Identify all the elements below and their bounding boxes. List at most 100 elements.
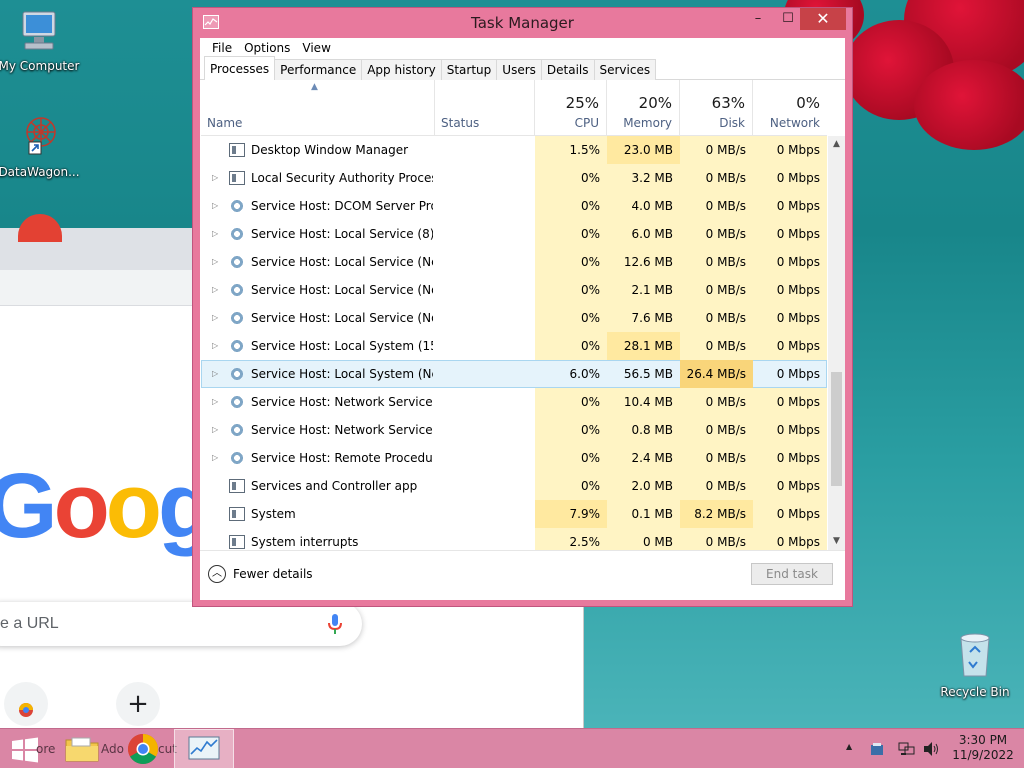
menu-options[interactable]: Options [238, 38, 296, 58]
table-row[interactable]: ▷ Service Host: Network Service (5) 0%10.4… [201, 388, 827, 416]
process-network: 0 Mbps [753, 388, 827, 416]
memory-total-percent: 20% [638, 94, 672, 112]
tab-users[interactable]: Users [496, 59, 542, 80]
process-name: Service Host: Network Service (5) [251, 395, 433, 409]
vertical-scrollbar[interactable]: ▲ ▼ [828, 136, 845, 550]
expand-arrow-icon[interactable]: ▷ [212, 332, 218, 360]
table-row[interactable]: ▷ Service Host: Local System (Net... 6.0% 5… [201, 360, 827, 388]
table-row[interactable]: System 7.9% 0.1 MB 8.2 MB/s 0 Mbps [201, 500, 827, 528]
tab-startup[interactable]: Startup [440, 59, 498, 80]
task-manager-body: File Options View Processes Performance … [200, 38, 845, 600]
tab-performance[interactable]: Performance [274, 59, 363, 80]
tab-app-history[interactable]: App history [361, 59, 442, 80]
tab-details[interactable]: Details [540, 59, 595, 80]
process-name-cell: ▷ Service Host: Network Service (5) [201, 388, 435, 416]
taskbar-task-manager[interactable] [174, 729, 234, 768]
expand-arrow-icon[interactable]: ▷ [212, 276, 218, 304]
cpu-total-percent: 25% [565, 94, 599, 112]
process-cpu: 0% [535, 304, 607, 332]
column-header-memory[interactable]: 20% Memory [607, 80, 680, 136]
expand-arrow-icon[interactable]: ▷ [212, 416, 218, 444]
process-name: Service Host: Local Service (No I... [251, 283, 433, 297]
process-cpu: 1.5% [535, 136, 607, 164]
column-header-cpu[interactable]: 25% CPU [535, 80, 607, 136]
taskbar-clock[interactable]: 3:30 PM 11/9/2022 [948, 733, 1018, 763]
title-bar[interactable]: Task Manager – ☐ ✕ [193, 8, 852, 38]
table-row[interactable]: ▷ Service Host: DCOM Server Proc... 0%4.0 … [201, 192, 827, 220]
process-memory: 6.0 MB [607, 220, 680, 248]
gear-icon [229, 395, 245, 409]
process-memory: 10.4 MB [607, 388, 680, 416]
column-header-status[interactable]: Status [435, 80, 535, 136]
process-name-cell: ▷ Service Host: Local Service (No I... [201, 276, 435, 304]
expand-arrow-icon[interactable]: ▷ [212, 164, 218, 192]
expand-arrow-icon[interactable]: ▷ [212, 304, 218, 332]
tab-services[interactable]: Services [593, 59, 657, 80]
table-row[interactable]: Desktop Window Manager 1.5% 23.0 MB 0 MB/s 0… [201, 136, 827, 164]
column-header-name[interactable]: ▲ Name [201, 80, 435, 136]
menu-file[interactable]: File [206, 38, 238, 58]
process-network: 0 Mbps [753, 528, 827, 550]
taskbar: ore Ado cut ▲ 3:30 PM 11/9/2022 [0, 728, 1024, 768]
table-row[interactable]: ▷ Service Host: Remote Procedure... 0%2.4 … [201, 444, 827, 472]
table-row[interactable]: Services and Controller app 0% 2.0 MB 0 MB/… [201, 472, 827, 500]
column-header-disk[interactable]: 63% Disk [680, 80, 753, 136]
chrome-icon [127, 734, 159, 765]
microphone-icon[interactable] [328, 613, 342, 635]
table-row[interactable]: ▷ Local Security Authority Process... 0%3.… [201, 164, 827, 192]
process-disk: 0 MB/s [680, 388, 753, 416]
table-row[interactable]: ▷ Service Host: Local System (15) 0% 28.1 M… [201, 332, 827, 360]
process-status [435, 248, 535, 276]
expand-arrow-icon[interactable]: ▷ [212, 248, 218, 276]
process-status [435, 136, 535, 164]
desktop-icon-datawagon[interactable]: DataWagon... [0, 112, 84, 179]
table-row[interactable]: ▷ Service Host: Local Service (No I... 0%2… [201, 276, 827, 304]
fewer-details-button[interactable]: Fewer details [233, 567, 313, 581]
scrollbar-thumb[interactable] [831, 372, 842, 486]
process-memory: 4.0 MB [607, 192, 680, 220]
process-status [435, 164, 535, 192]
table-header: ▲ Name Status 25% CPU 20% Memory 63% Dis… [201, 80, 827, 136]
gear-icon [229, 199, 245, 213]
process-disk: 8.2 MB/s [680, 500, 753, 528]
expand-arrow-icon[interactable]: ▷ [212, 192, 218, 220]
expand-arrow-icon[interactable]: ▷ [212, 388, 218, 416]
process-disk: 0 MB/s [680, 444, 753, 472]
process-name-cell: ▷ Service Host: Local System (Net... [201, 360, 435, 388]
google-search-box[interactable]: e a URL [0, 602, 362, 646]
process-status [435, 416, 535, 444]
end-task-button[interactable]: End task [751, 563, 833, 585]
table-row[interactable]: ▷ Service Host: Local Service (No ... 0%7.… [201, 304, 827, 332]
browser-tab-favicon [18, 214, 62, 242]
chevron-up-icon[interactable]: ︿ [208, 565, 226, 583]
gear-icon [229, 227, 245, 241]
expand-arrow-icon[interactable]: ▷ [212, 444, 218, 472]
process-name: System [251, 507, 296, 521]
desktop-icon-my-computer[interactable]: My Computer [0, 8, 84, 73]
task-manager-window[interactable]: Task Manager – ☐ ✕ File Options View Pro… [192, 7, 853, 607]
column-header-network[interactable]: 0% Network [753, 80, 827, 136]
minimize-button[interactable]: – [742, 8, 774, 30]
desktop-icon-label: Recycle Bin [940, 685, 1010, 699]
scroll-down-icon[interactable]: ▼ [828, 533, 845, 550]
column-label: Name [207, 116, 243, 130]
table-row[interactable]: ▷ Service Host: Network Service (... 0% 0.8… [201, 416, 827, 444]
tab-processes[interactable]: Processes [204, 56, 276, 80]
column-label: Status [441, 116, 480, 130]
close-button[interactable]: ✕ [800, 8, 846, 30]
table-row[interactable]: System interrupts 2.5% 0 MB 0 MB/s 0 Mbps [201, 528, 827, 550]
process-network: 0 Mbps [753, 276, 827, 304]
process-memory: 2.0 MB [607, 472, 680, 500]
scroll-up-icon[interactable]: ▲ [828, 136, 845, 153]
column-label: Disk [719, 116, 745, 130]
add-shortcut-button[interactable]: + [116, 682, 160, 726]
table-row[interactable]: ▷ Service Host: Local Service (8) 0% 6.0 MB… [201, 220, 827, 248]
datawagon-icon [26, 117, 56, 155]
shortcut-tile[interactable] [4, 682, 48, 726]
process-name-cell: ▷ Service Host: Network Service (... [201, 416, 435, 444]
table-row[interactable]: ▷ Service Host: Local Service (Net... 0%12… [201, 248, 827, 276]
expand-arrow-icon[interactable]: ▷ [212, 360, 218, 388]
desktop-icon-recycle-bin[interactable]: Recycle Bin [930, 630, 1020, 699]
expand-arrow-icon[interactable]: ▷ [212, 220, 218, 248]
menu-view[interactable]: View [296, 38, 336, 58]
